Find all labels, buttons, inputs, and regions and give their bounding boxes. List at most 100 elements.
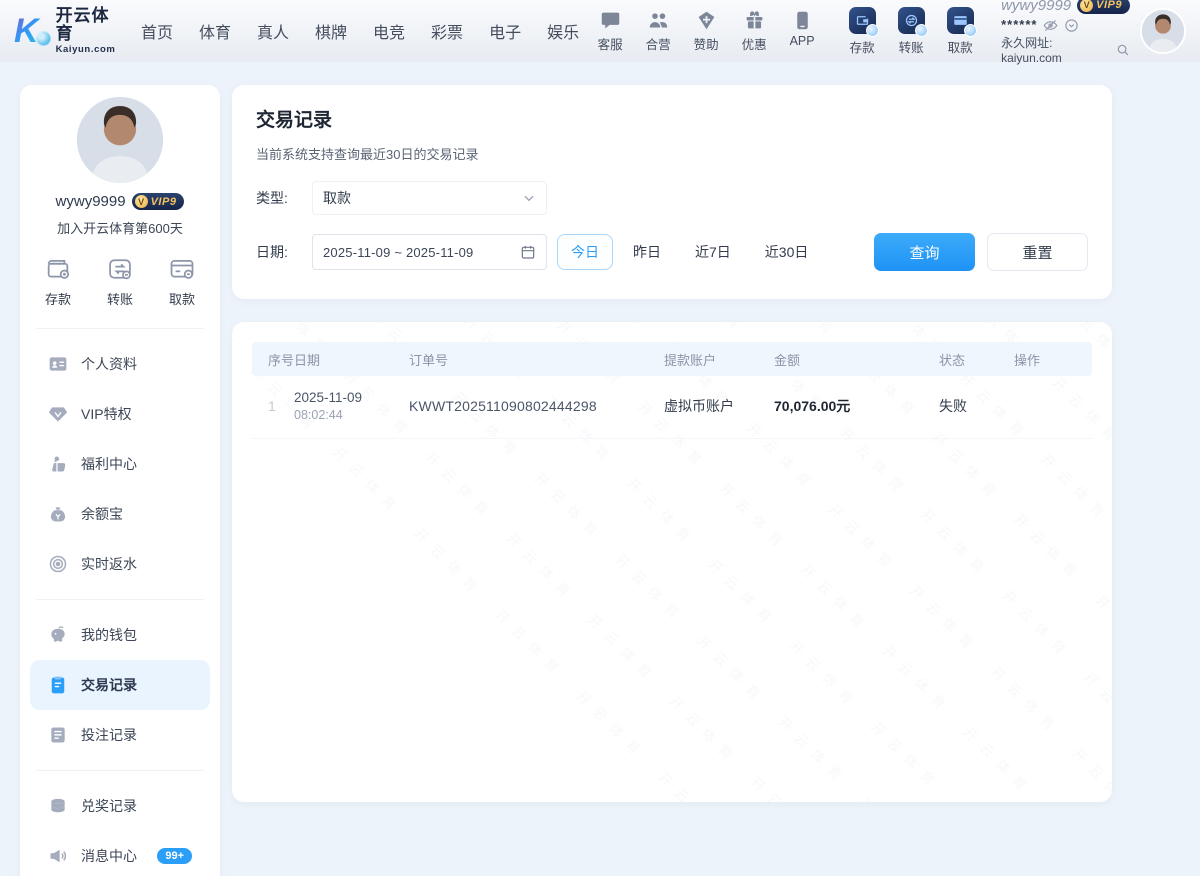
quick-links: 客服 合营 赞助 优惠 <box>589 10 823 53</box>
withdraw-link[interactable]: 取款 <box>939 7 981 56</box>
user-avatar[interactable] <box>1140 8 1186 54</box>
nav-item-home[interactable]: 首页 <box>141 19 173 43</box>
vip-diamond-icon <box>48 404 68 424</box>
site-url-row: 永久网址: kaiyun.com <box>1001 36 1130 66</box>
cell-amount: 70,076.00元 <box>774 396 939 416</box>
sidebar-item-welfare[interactable]: 福利中心 <box>30 439 210 489</box>
cell-date-day: 2025-11-09 <box>294 390 409 405</box>
date-range-input[interactable]: 2025-11-09 ~ 2025-11-09 <box>312 234 547 270</box>
nav-item-esports[interactable]: 电竞 <box>373 19 405 43</box>
gift-icon <box>744 10 765 31</box>
site-logo[interactable]: K 开云体育 Kaiyun.com <box>14 7 117 55</box>
divider <box>36 770 204 771</box>
logo-title: 开云体育 <box>56 7 117 43</box>
sidebar-item-label: 实时返水 <box>81 554 137 574</box>
sidebar-item-messages[interactable]: 消息中心 99+ <box>30 831 210 876</box>
refresh-balance-icon[interactable] <box>1064 18 1079 33</box>
cell-date-time: 08:02:44 <box>294 408 409 422</box>
nav-item-entertainment[interactable]: 娱乐 <box>547 19 579 43</box>
sidebar-item-label: VIP特权 <box>81 404 132 424</box>
search-icon[interactable] <box>1116 43 1130 58</box>
divider <box>36 328 204 329</box>
cell-index: 1 <box>252 398 294 414</box>
site-url: 永久网址: kaiyun.com <box>1001 36 1112 66</box>
sidebar-item-label: 我的钱包 <box>81 625 137 645</box>
sidebar-item-vip[interactable]: VIP特权 <box>30 389 210 439</box>
profile-avatar[interactable] <box>77 97 163 183</box>
transfer-link[interactable]: 转账 <box>890 7 932 56</box>
sidebar-item-profile[interactable]: 个人资料 <box>30 339 210 389</box>
piggy-bank-icon <box>48 625 68 645</box>
deposit-link[interactable]: 存款 <box>841 7 883 56</box>
logo-text: 开云体育 Kaiyun.com <box>56 7 117 55</box>
sidebar-item-label: 福利中心 <box>81 454 137 474</box>
sidebar-item-rebate[interactable]: 实时返水 <box>30 539 210 589</box>
promo-link[interactable]: 优惠 <box>733 10 775 53</box>
sidebar-item-transactions[interactable]: 交易记录 <box>30 660 210 710</box>
masked-balance: ****** <box>1001 17 1037 33</box>
welfare-gift-icon <box>48 454 68 474</box>
filter-actions: 查询 重置 <box>874 233 1088 271</box>
nav-item-lottery[interactable]: 彩票 <box>431 19 463 43</box>
username: wywy9999 <box>1001 0 1071 15</box>
type-label: 类型: <box>256 188 312 208</box>
search-button[interactable]: 查询 <box>874 233 975 271</box>
deposit-label: 存款 <box>850 37 875 56</box>
logo-subtitle: Kaiyun.com <box>56 45 117 55</box>
quick-date-yesterday[interactable]: 昨日 <box>619 234 675 270</box>
sidebar-item-redeem[interactable]: 兑奖记录 <box>30 781 210 831</box>
records-table: 序号 日期 订单号 提款账户 金额 状态 操作 1 2025-11-09 08:… <box>252 342 1092 439</box>
sponsor-icon <box>696 10 717 31</box>
quick-date-30days[interactable]: 近30日 <box>751 234 823 270</box>
reset-button[interactable]: 重置 <box>987 233 1088 271</box>
nav-item-live[interactable]: 真人 <box>257 19 289 43</box>
sidebar-quick-actions: 存款 转账 取款 <box>20 237 220 324</box>
vip-crown-icon: V <box>1080 0 1093 12</box>
main-content: 交易记录 当前系统支持查询最近30日的交易记录 类型: 取款 日期: 2025-… <box>232 85 1112 876</box>
sidebar-withdraw[interactable]: 取款 <box>168 255 196 308</box>
main-nav: 首页 体育 真人 棋牌 电竞 彩票 电子 娱乐 <box>141 19 579 43</box>
app-link[interactable]: APP <box>781 10 823 53</box>
sidebar-deposit[interactable]: 存款 <box>44 255 72 308</box>
type-select[interactable]: 取款 <box>312 181 547 215</box>
cell-date: 2025-11-09 08:02:44 <box>294 390 409 422</box>
topbar: K 开云体育 Kaiyun.com 首页 体育 真人 棋牌 电竞 彩票 电子 娱… <box>0 0 1200 62</box>
app-label: APP <box>790 34 815 48</box>
service-link[interactable]: 客服 <box>589 10 631 53</box>
quick-date-7days[interactable]: 近7日 <box>681 234 745 270</box>
date-row: 日期: 2025-11-09 ~ 2025-11-09 今日 昨日 近7日 近3… <box>256 233 1088 271</box>
withdraw-icon <box>947 7 974 34</box>
redeem-coins-icon <box>48 796 68 816</box>
vip-crown-icon: V <box>135 195 148 208</box>
sidebar: wywy9999 V VIP9 加入开云体育第600天 存款 转账 <box>20 85 220 876</box>
rebate-circles-icon <box>48 554 68 574</box>
football-icon <box>36 31 51 46</box>
nav-item-sports[interactable]: 体育 <box>199 19 231 43</box>
nav-item-cards[interactable]: 棋牌 <box>315 19 347 43</box>
vip-badge[interactable]: V VIP9 <box>1077 0 1130 14</box>
sidebar-menu-group3: 兑奖记录 消息中心 99+ <box>20 775 220 876</box>
eye-off-icon[interactable] <box>1043 18 1058 33</box>
sidebar-item-yuebao[interactable]: 余额宝 <box>30 489 210 539</box>
transfer-icon <box>898 7 925 34</box>
balance-row: ****** <box>1001 17 1130 33</box>
partners-link[interactable]: 合营 <box>637 10 679 53</box>
col-header-account: 提款账户 <box>664 350 774 369</box>
sponsor-link[interactable]: 赞助 <box>685 10 727 53</box>
col-header-action: 操作 <box>1014 350 1076 369</box>
sidebar-item-bets[interactable]: 投注记录 <box>30 710 210 760</box>
money-pouch-icon <box>48 504 68 524</box>
sidebar-item-wallet[interactable]: 我的钱包 <box>30 610 210 660</box>
sidebar-deposit-label: 存款 <box>45 289 71 308</box>
nav-item-slots[interactable]: 电子 <box>489 19 521 43</box>
sidebar-item-label: 消息中心 <box>81 846 137 866</box>
id-card-icon <box>48 354 68 374</box>
transfer-label: 转账 <box>899 37 924 56</box>
sidebar-transfer-label: 转账 <box>107 289 133 308</box>
sidebar-transfer[interactable]: 转账 <box>106 255 134 308</box>
profile-vip-badge[interactable]: V VIP9 <box>132 193 185 210</box>
col-header-status: 状态 <box>939 350 1014 369</box>
quick-date-today[interactable]: 今日 <box>557 234 613 270</box>
logo-k-mark: K <box>14 14 49 48</box>
col-header-index: 序号 <box>252 350 294 369</box>
